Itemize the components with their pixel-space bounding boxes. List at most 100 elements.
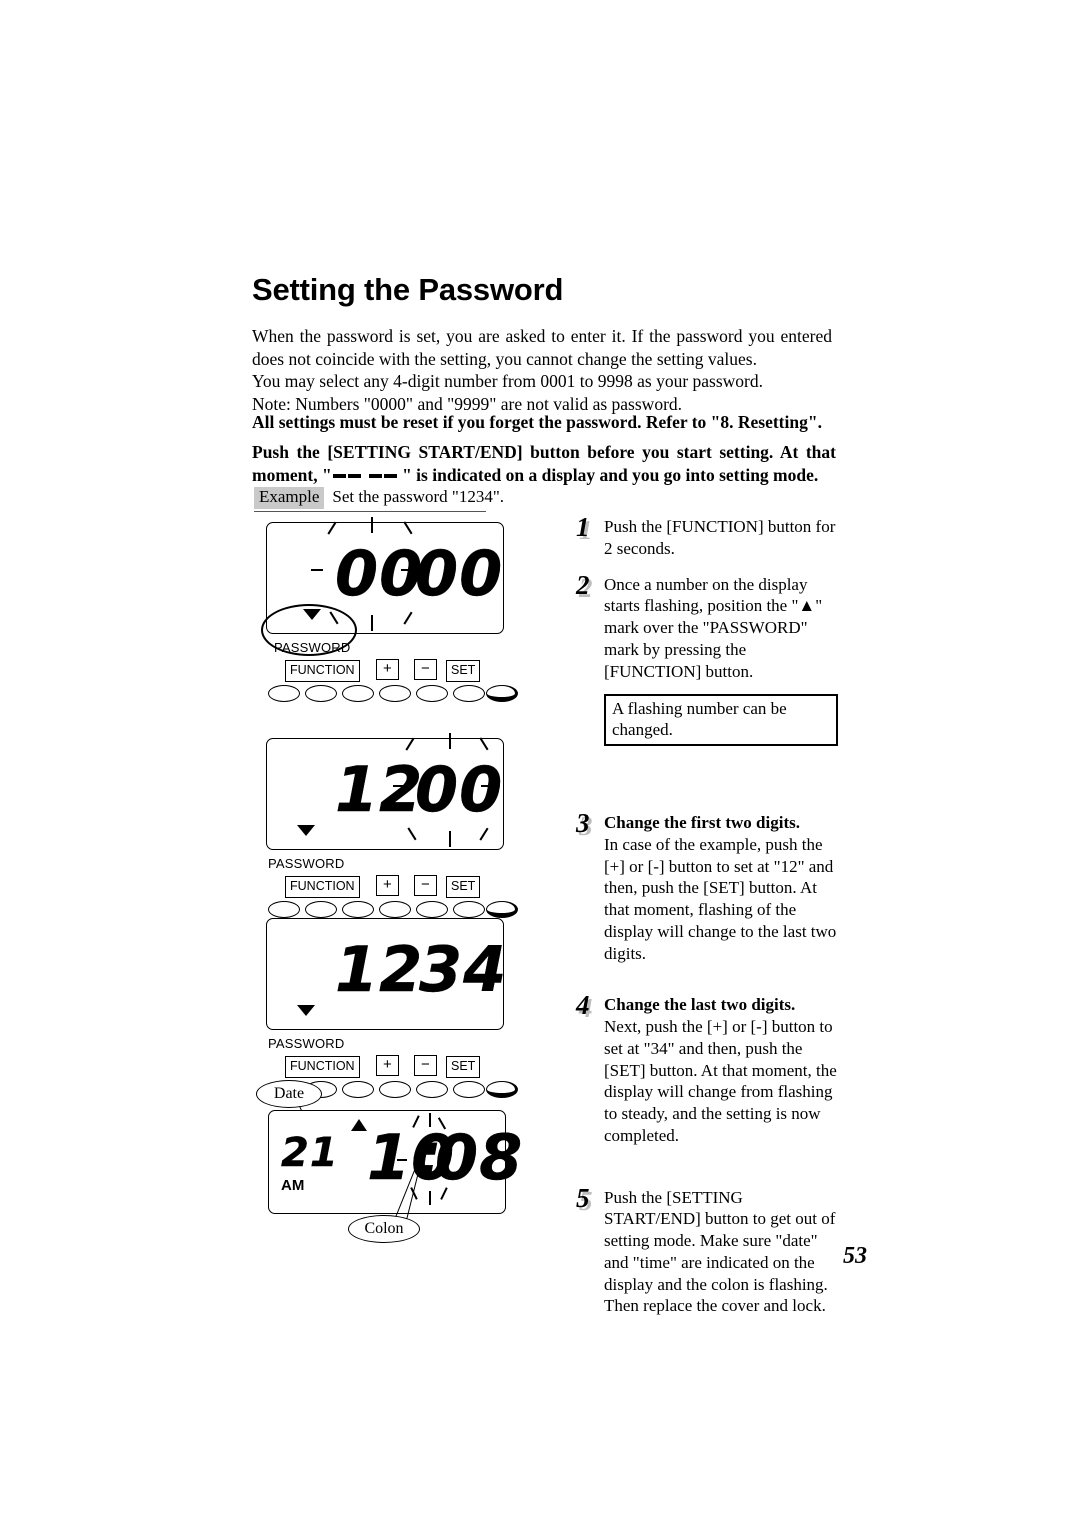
lcd-screen-4: 21 AM 10 : 08: [268, 1110, 522, 1214]
plus-key-label[interactable]: +: [376, 1055, 399, 1076]
step-number: 4: [576, 990, 590, 1021]
lcd-digits-left-1: 00: [335, 537, 424, 610]
password-highlight-ellipse: [261, 604, 357, 656]
page-number: 53: [843, 1243, 867, 1269]
flash-mark-icon: [403, 521, 413, 535]
function-key-label[interactable]: FUNCTION: [285, 660, 360, 682]
flash-mark-icon: [479, 737, 489, 751]
flash-mark-icon: [401, 569, 413, 571]
minus-key-label[interactable]: −: [414, 659, 437, 680]
flash-mark-icon: [397, 1159, 407, 1161]
set-key-label[interactable]: SET: [446, 660, 481, 682]
example-text: Set the password "1234".: [332, 487, 505, 506]
segment-dash-icon: [347, 473, 361, 478]
flash-mark-icon: [429, 1113, 431, 1127]
step-1: 1 Push the [FUNCTION] button for 2 secon…: [576, 512, 838, 560]
device-button[interactable]: [342, 901, 374, 918]
flash-mark-icon: [481, 785, 493, 787]
device-illustration-3: 12 34 PASSWORD FUNCTION + − SET: [266, 918, 518, 1098]
device-button[interactable]: [305, 685, 337, 702]
lcd-screen-3: 12 34: [266, 918, 508, 1030]
intro-paragraph-2: You may select any 4-digit number from 0…: [252, 371, 764, 392]
callout-date: Date: [256, 1080, 322, 1108]
intro-text-block: When the password is set, you are asked …: [252, 325, 832, 415]
flash-mark-icon: [371, 517, 373, 533]
device-button[interactable]: [268, 901, 300, 918]
quote-close: ": [397, 465, 412, 486]
control-button-row-2: FUNCTION + − SET: [266, 875, 518, 918]
flash-mark-icon: [449, 831, 451, 847]
flash-mark-icon: [311, 569, 323, 571]
flash-mark-icon: [371, 615, 373, 631]
lcd-time-minutes: 08: [435, 1121, 524, 1194]
triangle-down-icon: [297, 825, 315, 836]
lcd-digits-left-3: 12: [335, 933, 424, 1006]
lcd-meridiem-label: AM: [281, 1177, 305, 1194]
device-button-setting-start-end[interactable]: [486, 901, 518, 918]
minus-key-label[interactable]: −: [414, 1055, 437, 1076]
device-button-setting-start-end[interactable]: [486, 685, 518, 702]
minus-key-label[interactable]: −: [414, 875, 437, 896]
password-marker-label-2: PASSWORD: [268, 856, 345, 871]
step-4: 4 Change the last two digits. Next, push…: [576, 990, 838, 1146]
lcd-screen-2: 12 00: [266, 733, 504, 850]
set-key-label[interactable]: SET: [446, 876, 481, 898]
control-button-row-1: FUNCTION + − SET: [266, 659, 518, 702]
function-key-label[interactable]: FUNCTION: [285, 876, 360, 898]
flash-mark-icon: [393, 785, 405, 787]
set-key-label[interactable]: SET: [446, 1056, 481, 1078]
flash-mark-icon: [429, 1191, 431, 1205]
step-number: 2: [576, 569, 590, 600]
triangle-down-icon: [297, 1005, 315, 1016]
device-illustration-4: Date 21 AM 10 : 08 Colon: [256, 1080, 522, 1243]
manual-page: Setting the Password When the password i…: [0, 0, 1080, 1528]
step-2: 2 Once a number on the display starts fl…: [576, 569, 838, 683]
lcd-digits-left-2: 12: [335, 753, 424, 826]
device-button[interactable]: [416, 685, 448, 702]
step-body: Next, push the [+] or [-] button to set …: [604, 1017, 837, 1145]
flash-mark-icon: [405, 737, 415, 751]
device-button[interactable]: [453, 901, 485, 918]
step-3: 3 Change the first two digits. In case o…: [576, 808, 838, 964]
step-heading: Change the last two digits.: [604, 995, 796, 1015]
plus-key-label[interactable]: +: [376, 875, 399, 896]
device-button[interactable]: [342, 685, 374, 702]
flash-mark-icon: [449, 733, 451, 749]
intro-paragraph-1: When the password is set, you are asked …: [252, 326, 832, 369]
device-button[interactable]: [379, 901, 411, 918]
step-body: Once a number on the display starts flas…: [604, 574, 823, 681]
lcd-date-value: 21: [281, 1130, 339, 1176]
step-body: In case of the example, push the [+] or …: [604, 834, 837, 963]
lcd-digits-right-1: 00: [415, 537, 504, 610]
password-marker-label-3: PASSWORD: [268, 1036, 345, 1051]
step-body: Push the [SETTING START/END] button to g…: [604, 1187, 836, 1316]
step-heading: Change the first two digits.: [604, 813, 800, 833]
step-number: 3: [576, 808, 590, 839]
page-title: Setting the Password: [252, 272, 564, 307]
instruction-steps: 1 Push the [FUNCTION] button for 2 secon…: [576, 512, 838, 1331]
reset-notice: All settings must be reset if you forget…: [252, 412, 822, 432]
device-button[interactable]: [416, 901, 448, 918]
plus-key-label[interactable]: +: [376, 659, 399, 680]
device-button[interactable]: [305, 901, 337, 918]
flash-mark-icon: [407, 827, 417, 841]
function-key-label[interactable]: FUNCTION: [285, 1056, 360, 1078]
flash-mark-icon: [479, 827, 489, 841]
device-button[interactable]: [453, 685, 485, 702]
step-body: Push the [FUNCTION] button for 2 seconds…: [604, 517, 836, 558]
step-number: 1: [576, 512, 590, 542]
device-illustration-1: 00 00 PASSWORD FUNCTION + − SET: [261, 517, 518, 702]
callout-colon: Colon: [348, 1215, 420, 1243]
device-button[interactable]: [268, 685, 300, 702]
step-5: 5 Push the [SETTING START/END] button to…: [576, 1184, 838, 1318]
flash-mark-icon: [403, 611, 413, 625]
lcd-digits-right-3: 34: [419, 933, 508, 1006]
segment-dash-icon: [383, 473, 397, 478]
flash-mark-icon: [327, 521, 337, 535]
segment-dash-icon: [332, 473, 346, 478]
device-button[interactable]: [379, 685, 411, 702]
setting-mode-notice: Push the [SETTING START/END] button befo…: [252, 441, 836, 487]
note-box: A flashing number can be changed.: [604, 694, 838, 747]
example-row: Example Set the password "1234".: [254, 487, 504, 512]
setting-mode-suffix: is indicated on a display and you go int…: [411, 465, 819, 486]
